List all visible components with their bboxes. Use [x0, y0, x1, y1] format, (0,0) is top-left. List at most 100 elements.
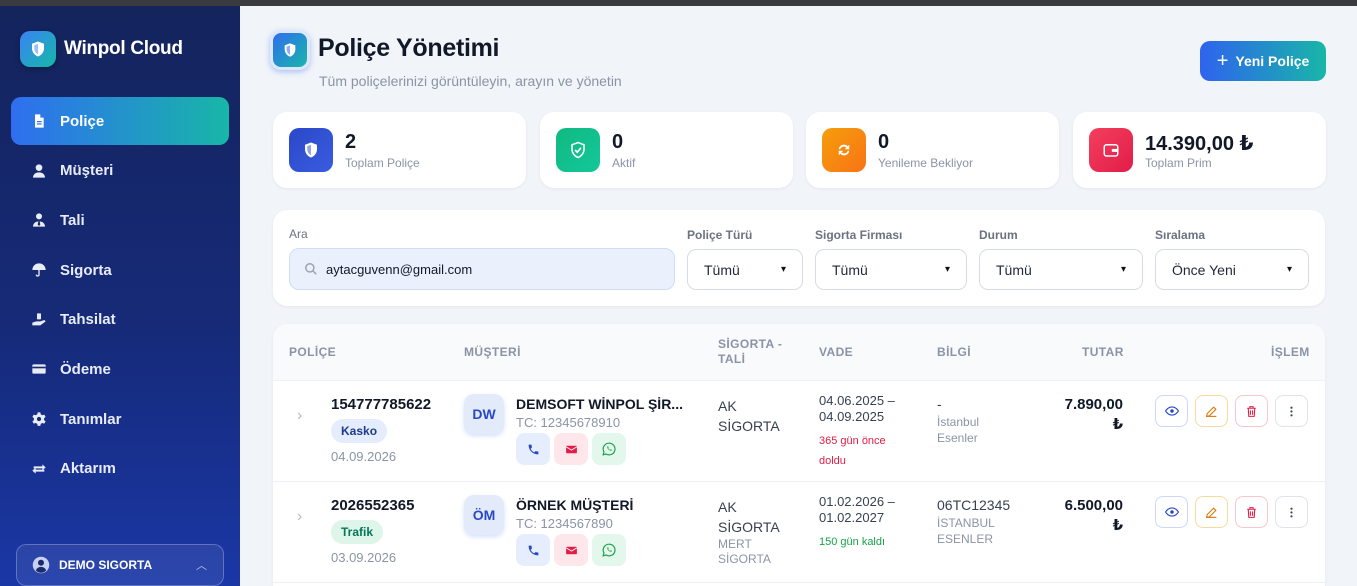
amount-currency: ₺ — [1112, 416, 1123, 433]
shield-check-icon — [556, 128, 600, 172]
sidebar-item-label: Ödeme — [60, 360, 111, 378]
email-button[interactable] — [554, 433, 588, 465]
view-button[interactable] — [1155, 395, 1188, 427]
search-input[interactable] — [326, 261, 656, 277]
document-icon — [35, 114, 44, 128]
sidebar-item-label: Tanımlar — [60, 410, 122, 428]
policy-number: 154777785622 — [331, 396, 432, 413]
page-subtitle: Tüm poliçelerinizi görüntüleyin, arayın … — [319, 73, 622, 89]
insurer-name-line1: AK — [718, 398, 737, 414]
policy-amount: 7.890,00 ₺ — [1065, 395, 1123, 435]
stat-label: Aktif — [612, 156, 636, 170]
eye-icon — [1164, 507, 1179, 517]
view-button[interactable] — [1155, 496, 1188, 528]
table-row[interactable]: › 154777785622 Kasko 04.09.2026 DW DEMSO… — [273, 381, 1325, 482]
insurer-name-line2: SİGORTA — [718, 418, 780, 434]
term-expired-note: 365 gün önce doldu — [819, 431, 904, 471]
policy-table: POLİÇE MÜŞTERİ SİGORTA - TALİ VADE BİLGİ… — [273, 324, 1325, 586]
wallet-icon — [1089, 128, 1133, 172]
term-note-line1: 150 gün kaldı — [819, 536, 886, 548]
sort-select[interactable]: Önce Yeni ▾ — [1155, 249, 1309, 290]
insurer-select[interactable]: Tümü ▾ — [815, 249, 967, 290]
policy-type-badge: Trafik — [331, 520, 384, 544]
stat-value: 14.390,00 ₺ — [1145, 133, 1254, 155]
call-button[interactable] — [516, 534, 550, 566]
whatsapp-button[interactable] — [592, 534, 626, 566]
shield-icon — [289, 128, 333, 172]
customer-name[interactable]: ÖRNEK MÜŞTERİ — [516, 497, 633, 513]
more-vertical-icon — [1290, 406, 1293, 416]
chevron-down-icon: ▾ — [1286, 264, 1292, 275]
customer-avatar: ÖM — [464, 495, 504, 535]
chevron-up-icon: ︿ — [196, 560, 207, 572]
search-icon — [305, 263, 317, 275]
eye-icon — [1164, 406, 1179, 416]
policy-type-badge: Kasko — [331, 419, 388, 443]
sidebar-item-tali[interactable]: Tali — [11, 196, 229, 244]
edit-button[interactable] — [1195, 496, 1228, 528]
agent-name-line1: MERT — [718, 537, 752, 551]
sidebar-item-label: Müşteri — [60, 162, 114, 180]
policy-type-select[interactable]: Tümü ▾ — [687, 249, 803, 290]
refresh-icon — [822, 128, 866, 172]
search-box[interactable] — [289, 248, 675, 290]
amount-value: 6.500,00 — [1064, 497, 1123, 514]
sort-value: Önce Yeni — [1172, 261, 1236, 278]
new-policy-label: Yeni Poliçe — [1235, 53, 1310, 69]
user-name: DEMO SIGORTA — [59, 558, 153, 572]
chevron-down-icon: ▾ — [780, 264, 786, 275]
term-start: 01.02.2026 – — [819, 494, 895, 509]
chevron-right-icon[interactable]: › — [297, 508, 302, 526]
policy-type-label: Poliçe Türü — [687, 228, 753, 242]
filter-panel: Ara Poliçe Türü Tümü ▾ Sigorta Firması T… — [273, 210, 1325, 306]
trash-icon — [1247, 506, 1256, 518]
sidebar-item-aktarim[interactable]: Aktarım — [11, 445, 229, 493]
trash-icon — [1247, 405, 1256, 417]
edit-button[interactable] — [1195, 395, 1228, 427]
whatsapp-icon — [602, 442, 616, 456]
sidebar-nav: Poliçe Müşteri Tali Sigorta Tahsilat Öde… — [11, 97, 229, 495]
insurer-value: Tümü — [832, 261, 868, 278]
status-select[interactable]: Tümü ▾ — [979, 249, 1143, 290]
info-main: - — [937, 396, 942, 412]
header-customer: MÜŞTERİ — [464, 345, 521, 359]
sidebar-item-musteri[interactable]: Müşteri — [11, 147, 229, 195]
sidebar-item-odeme[interactable]: Ödeme — [11, 345, 229, 393]
exchange-icon — [32, 464, 46, 474]
header-insurer: SİGORTA - TALİ — [718, 337, 782, 367]
user-circle-icon — [32, 556, 50, 574]
term-end: 01.02.2027 — [819, 510, 885, 525]
customer-tc: TC: 12345678910 — [516, 415, 621, 430]
sidebar-item-label: Sigorta — [60, 261, 112, 279]
customer-name[interactable]: DEMSOFT WİNPOL ŞİR... — [516, 396, 683, 412]
delete-button[interactable] — [1235, 496, 1268, 528]
whatsapp-button[interactable] — [592, 433, 626, 465]
stat-total-premium: 14.390,00 ₺ Toplam Prim — [1073, 112, 1326, 188]
new-policy-button[interactable]: + Yeni Poliçe — [1200, 41, 1326, 81]
more-button[interactable] — [1275, 395, 1308, 427]
more-vertical-icon — [1290, 507, 1293, 517]
info-location: İstanbul Esenler — [937, 414, 979, 446]
whatsapp-icon — [602, 543, 616, 557]
chevron-right-icon[interactable]: › — [297, 407, 302, 425]
header-insurer-line2: TALİ — [718, 352, 746, 366]
email-button[interactable] — [554, 534, 588, 566]
more-button[interactable] — [1275, 496, 1308, 528]
agent-name-line2: SİGORTA — [718, 552, 771, 566]
sidebar-item-tanimlar[interactable]: Tanımlar — [11, 395, 229, 443]
sidebar-item-police[interactable]: Poliçe — [11, 97, 229, 145]
user-menu[interactable]: DEMO SIGORTA ︿ — [16, 544, 224, 586]
plus-icon: + — [1216, 50, 1229, 72]
brand[interactable]: Winpol Cloud — [20, 31, 183, 67]
header-info: BİLGİ — [937, 345, 971, 359]
policy-term: 04.06.2025 – 04.09.2025 — [819, 393, 895, 425]
policy-date: 04.09.2026 — [331, 449, 397, 464]
sidebar-item-label: Poliçe — [60, 112, 105, 130]
delete-button[interactable] — [1235, 395, 1268, 427]
sidebar-item-sigorta[interactable]: Sigorta — [11, 246, 229, 294]
sidebar-item-tahsilat[interactable]: Tahsilat — [11, 296, 229, 344]
table-row[interactable]: › 2026552365 Trafik 03.09.2026 ÖM ÖRNEK … — [273, 482, 1325, 583]
shield-logo-icon — [20, 31, 56, 67]
header-term: VADE — [819, 345, 854, 359]
call-button[interactable] — [516, 433, 550, 465]
